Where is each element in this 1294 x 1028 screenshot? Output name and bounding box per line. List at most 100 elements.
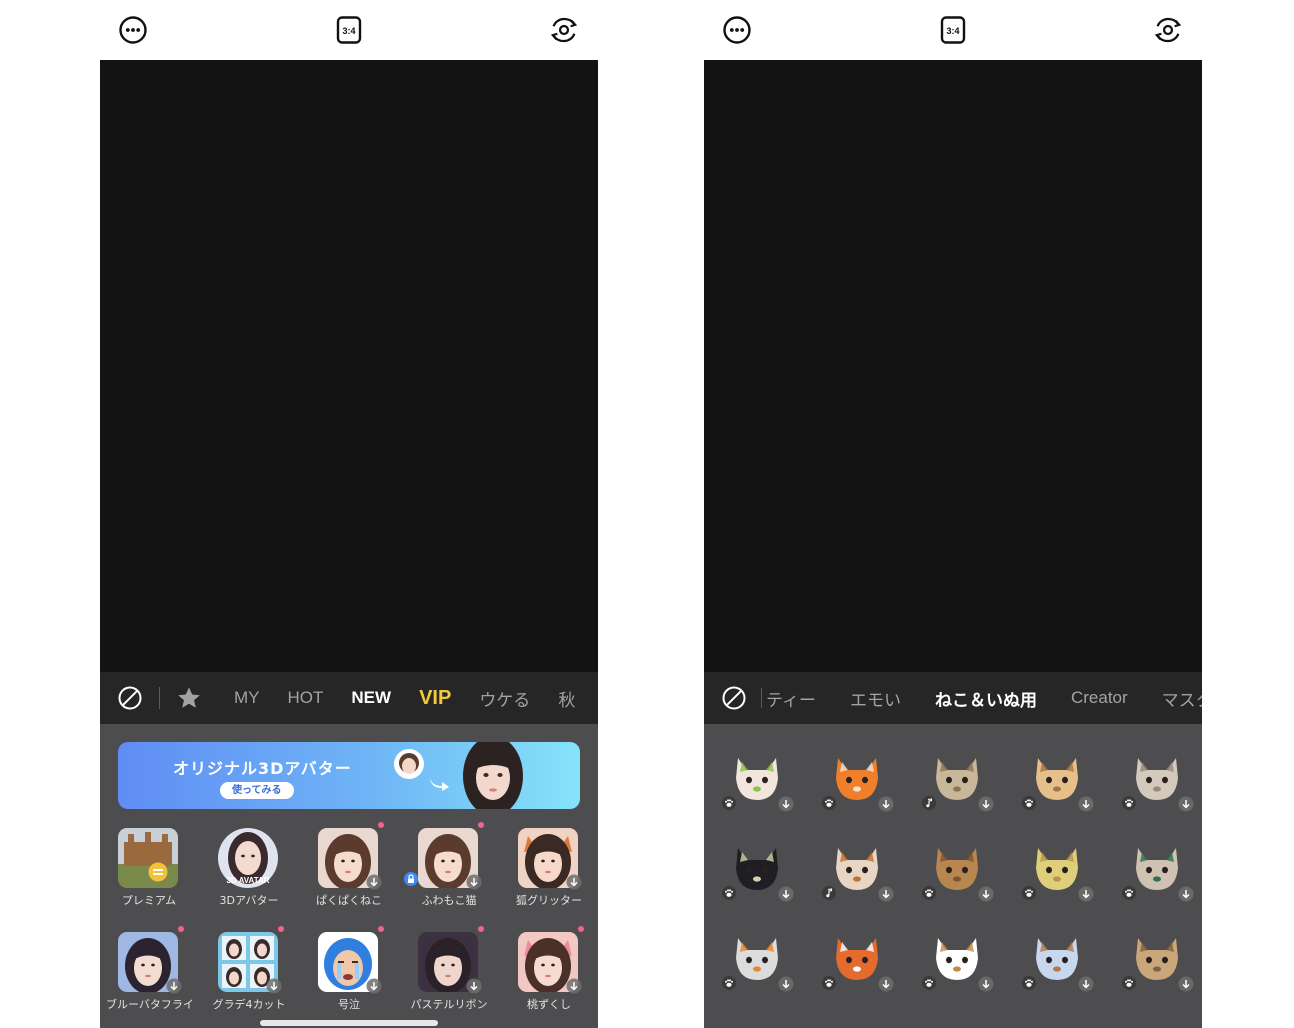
tab-hot[interactable]: HOT bbox=[274, 688, 338, 708]
premium-coin-icon bbox=[148, 862, 168, 882]
download-icon bbox=[566, 874, 582, 890]
filter-label: 狐グリッター bbox=[516, 894, 582, 907]
filter-item[interactable]: グラデ4カット bbox=[206, 926, 292, 1028]
paw-icon bbox=[822, 976, 836, 990]
download-icon bbox=[878, 976, 894, 992]
filter-thumbnail: 3D AVATAR bbox=[218, 828, 278, 888]
download-icon bbox=[778, 886, 794, 902]
download-icon bbox=[466, 978, 482, 994]
aspect-ratio-label: 3:4 bbox=[946, 26, 959, 36]
camera-viewfinder[interactable] bbox=[704, 60, 1202, 672]
new-dot-badge bbox=[378, 822, 384, 828]
more-icon bbox=[119, 16, 147, 44]
tab-my[interactable]: MY bbox=[220, 688, 274, 708]
download-icon bbox=[366, 978, 382, 994]
pet-sticker-cat-leaf[interactable] bbox=[722, 744, 794, 820]
new-dot-badge bbox=[478, 926, 484, 932]
pet-sticker-burger-dogs[interactable] bbox=[1022, 834, 1094, 910]
pet-sticker-cat-dog-glare[interactable] bbox=[1122, 744, 1194, 820]
home-indicator bbox=[260, 1020, 438, 1026]
filter-item[interactable]: 桃ずくし bbox=[506, 926, 592, 1028]
filter-item[interactable]: 狐グリッター bbox=[506, 824, 592, 924]
tab-tea[interactable]: ティー bbox=[762, 686, 833, 711]
pet-sticker-veggie-dog[interactable] bbox=[922, 924, 994, 1000]
download-icon bbox=[1178, 796, 1194, 812]
avatar-promo-banner[interactable]: オリジナル3Dアバター 使ってみる bbox=[118, 742, 580, 809]
tab-ukeru[interactable]: ウケる bbox=[465, 686, 544, 711]
pet-sticker-toast-cat[interactable] bbox=[1022, 744, 1094, 820]
filter-item[interactable]: プレミアム bbox=[106, 824, 192, 924]
tab-new[interactable]: NEW bbox=[337, 688, 405, 708]
pet-sticker-paper-bag[interactable] bbox=[1122, 924, 1194, 1000]
filter-item[interactable]: パステルリボン bbox=[406, 926, 492, 1028]
download-icon bbox=[1178, 976, 1194, 992]
more-button[interactable] bbox=[117, 14, 149, 46]
camera-flip-icon bbox=[550, 17, 578, 43]
download-icon bbox=[878, 886, 894, 902]
camera-viewfinder[interactable] bbox=[100, 60, 598, 672]
download-icon bbox=[1178, 886, 1194, 902]
filter-label: 3Dアバター bbox=[219, 894, 279, 907]
tab-emoi[interactable]: エモい bbox=[833, 686, 918, 711]
download-icon bbox=[366, 874, 382, 890]
lock-icon bbox=[404, 872, 418, 886]
flip-camera-button[interactable] bbox=[1152, 14, 1184, 46]
paw-icon bbox=[1022, 886, 1036, 900]
paw-icon bbox=[722, 976, 736, 990]
paw-icon bbox=[1122, 976, 1136, 990]
tab-creator[interactable]: Creator bbox=[1054, 688, 1145, 708]
aspect-ratio-button[interactable]: 3:4 bbox=[333, 14, 365, 46]
tab-mask[interactable]: マスク bbox=[1145, 686, 1202, 711]
download-icon bbox=[1078, 796, 1094, 812]
filter-label: プレミアム bbox=[121, 894, 177, 907]
paw-icon bbox=[1022, 976, 1036, 990]
flip-camera-button[interactable] bbox=[548, 14, 580, 46]
aspect-ratio-label: 3:4 bbox=[342, 26, 355, 36]
filter-item[interactable]: 号泣 bbox=[306, 926, 392, 1028]
download-icon bbox=[978, 796, 994, 812]
aspect-ratio-icon: 3:4 bbox=[336, 16, 362, 44]
new-dot-badge bbox=[478, 822, 484, 828]
download-icon bbox=[1078, 886, 1094, 902]
top-bar: 3:4 bbox=[100, 0, 598, 60]
pet-sticker-cat-dog-duo[interactable] bbox=[922, 744, 994, 820]
filter-item[interactable]: ぱくぱくねこ bbox=[306, 822, 392, 924]
filter-item[interactable]: 3D AVATAR 3Dアバター bbox=[206, 824, 292, 924]
filter-item[interactable]: ブルーバタフライ bbox=[106, 926, 194, 1028]
filter-label: ふわもこ猫 bbox=[421, 894, 477, 907]
favorites-star-icon[interactable] bbox=[176, 685, 202, 711]
pet-sticker-kiss-cat-dog[interactable] bbox=[822, 834, 894, 910]
pet-sticker-lion-dog[interactable] bbox=[922, 834, 994, 910]
music-note-icon bbox=[822, 886, 836, 900]
pet-sticker-latte-pets[interactable] bbox=[1122, 834, 1194, 910]
tab-vip[interactable]: VIP bbox=[405, 687, 465, 710]
pet-sticker-pumpkin-cat[interactable] bbox=[822, 744, 894, 820]
aspect-ratio-icon: 3:4 bbox=[940, 16, 966, 44]
pet-sticker-panda-dog[interactable] bbox=[822, 924, 894, 1000]
tab-pets[interactable]: ねこ＆いぬ用 bbox=[918, 686, 1054, 711]
pet-sticker-black-cat[interactable] bbox=[722, 834, 794, 910]
filter-item[interactable]: ふわもこ猫 bbox=[404, 822, 492, 924]
paw-icon bbox=[822, 796, 836, 810]
paw-icon bbox=[1022, 796, 1036, 810]
no-filter-icon[interactable] bbox=[117, 685, 143, 711]
pet-sticker-hood-dog[interactable] bbox=[1022, 924, 1094, 1000]
pet-sticker-ghost-pumpkin[interactable] bbox=[722, 924, 794, 1000]
download-icon bbox=[266, 978, 282, 994]
filter-category-tabs: MY HOT NEW VIP ウケる 秋 bbox=[100, 672, 598, 724]
no-filter-icon[interactable] bbox=[721, 685, 747, 711]
download-icon bbox=[778, 976, 794, 992]
new-dot-badge bbox=[178, 926, 184, 932]
tab-autumn[interactable]: 秋 bbox=[544, 686, 589, 711]
banner-try-button[interactable]: 使ってみる bbox=[220, 782, 294, 799]
aspect-ratio-button[interactable]: 3:4 bbox=[937, 14, 969, 46]
more-button[interactable] bbox=[721, 14, 753, 46]
avatar-face-image bbox=[394, 749, 424, 779]
3d-avatar-image bbox=[463, 742, 523, 809]
camera-screen-right: 3:4 ティー エモい ねこ＆いぬ用 Creator マスク bbox=[704, 0, 1202, 1028]
sticker-panel bbox=[704, 724, 1202, 1028]
download-icon bbox=[778, 796, 794, 812]
filter-label: ブルーバタフライ bbox=[106, 998, 194, 1011]
avatar-thumb-text: 3D AVATAR bbox=[226, 876, 269, 885]
arrow-icon bbox=[430, 778, 449, 791]
